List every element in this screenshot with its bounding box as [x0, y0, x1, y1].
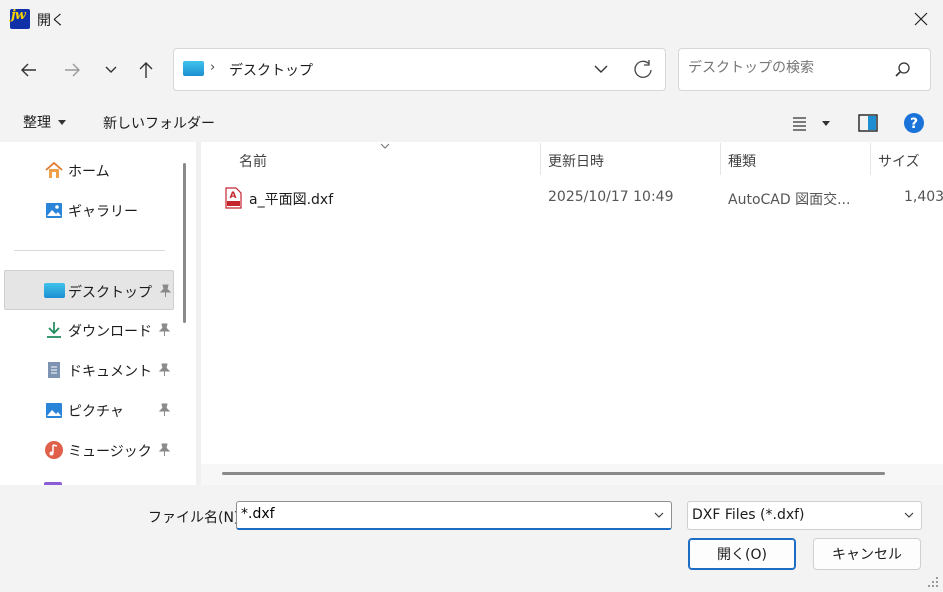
refresh-button[interactable]	[629, 55, 657, 83]
organize-label: 整理	[23, 115, 51, 131]
filename-combobox[interactable]	[236, 501, 672, 530]
horizontal-scrollbar-thumb[interactable]	[222, 472, 885, 475]
pin-icon[interactable]	[156, 442, 172, 458]
desktop-icon	[44, 283, 65, 298]
chevron-down-icon	[904, 512, 914, 518]
sidebar-item-label: ピクチャ	[68, 404, 124, 420]
dxf-file-icon: A	[225, 187, 242, 209]
svg-text:A: A	[230, 191, 237, 201]
arrow-up-icon	[139, 62, 153, 78]
sidebar-item-label: ギャラリー	[68, 204, 138, 220]
music-icon	[45, 441, 63, 459]
column-separator[interactable]	[870, 143, 871, 175]
arrow-right-icon	[65, 63, 80, 77]
filename-label: ファイル名(N):	[148, 510, 245, 526]
sidebar-divider	[14, 250, 165, 251]
column-header-name[interactable]: 名前	[239, 151, 267, 171]
file-name[interactable]: a_平面図.dxf	[249, 189, 333, 209]
help-icon: ?	[904, 113, 924, 133]
resize-grip-icon[interactable]	[927, 576, 939, 588]
sidebar-item-pictures[interactable]: ピクチャ	[4, 390, 174, 430]
pictures-icon	[46, 403, 62, 418]
preview-pane-icon	[858, 114, 878, 132]
sidebar-item-label: ドキュメント	[68, 364, 152, 380]
open-button[interactable]: 開く(O)	[688, 538, 796, 570]
close-button[interactable]	[905, 6, 937, 32]
help-button[interactable]: ?	[901, 110, 927, 136]
new-folder-button[interactable]: 新しいフォルダー	[97, 108, 221, 136]
forward-button[interactable]	[57, 55, 87, 85]
sidebar-item-label: ホーム	[68, 164, 110, 180]
refresh-icon	[634, 60, 652, 78]
back-button[interactable]	[14, 55, 44, 85]
document-icon	[48, 362, 60, 378]
up-button[interactable]	[131, 55, 161, 85]
file-modified: 2025/10/17 10:49	[548, 189, 674, 205]
preview-pane-button[interactable]	[855, 110, 881, 136]
desktop-icon	[183, 61, 204, 76]
download-icon	[47, 322, 61, 338]
pane-splitter[interactable]	[196, 142, 201, 485]
filetype-select[interactable]: DXF Files (*.dxf)	[687, 501, 922, 530]
recent-locations-button[interactable]	[97, 55, 127, 85]
pin-icon[interactable]	[156, 322, 172, 338]
list-view-icon	[793, 117, 830, 131]
sidebar-item-label: デスクトップ	[68, 285, 152, 301]
app-logo-icon: jw	[10, 8, 30, 29]
sort-chevron-icon	[380, 143, 390, 149]
chevron-down-icon	[105, 66, 117, 73]
address-dropdown-button[interactable]	[588, 57, 614, 81]
sidebar-item-label: ミュージック	[68, 444, 152, 460]
sidebar-item-documents[interactable]: ドキュメント	[4, 350, 174, 390]
home-icon	[45, 161, 63, 178]
breadcrumb-desktop[interactable]: デスクトップ	[229, 60, 313, 80]
column-header-type[interactable]: 種類	[728, 151, 756, 171]
window-title: 開く	[37, 13, 65, 29]
organize-button[interactable]: 整理	[17, 108, 72, 136]
pin-icon[interactable]	[157, 283, 173, 299]
search-input[interactable]	[688, 60, 888, 76]
search-icon[interactable]	[893, 60, 913, 80]
sidebar-item-videos-partial[interactable]	[4, 472, 174, 485]
column-separator[interactable]	[720, 143, 721, 175]
sidebar-item-label: ダウンロード	[68, 324, 152, 340]
sidebar-item-downloads[interactable]: ダウンロード	[4, 310, 174, 350]
sidebar-scrollbar[interactable]	[183, 163, 186, 323]
table-row[interactable]: A a_平面図.dxf 2025/10/17 10:49 AutoCAD 図面交…	[213, 180, 943, 216]
filetype-value: DXF Files (*.dxf)	[692, 507, 805, 523]
pin-icon[interactable]	[156, 402, 172, 418]
chevron-down-icon[interactable]	[653, 510, 665, 520]
sidebar-item-gallery[interactable]: ギャラリー	[4, 190, 174, 230]
pin-icon[interactable]	[156, 362, 172, 378]
filename-input[interactable]	[241, 506, 641, 522]
view-options-button[interactable]	[786, 110, 834, 136]
arrow-left-icon	[21, 63, 36, 77]
breadcrumb-separator: ›	[210, 60, 216, 75]
column-separator[interactable]	[540, 143, 541, 175]
cancel-button[interactable]: キャンセル	[813, 538, 921, 570]
file-type: AutoCAD 図面交...	[728, 192, 851, 208]
caret-down-icon	[58, 119, 66, 125]
sidebar-item-desktop[interactable]: デスクトップ	[4, 270, 174, 310]
sidebar-item-music[interactable]: ミュージック	[4, 430, 174, 470]
svg-text:?: ?	[910, 116, 918, 132]
gallery-icon	[46, 203, 62, 218]
title-bar	[0, 0, 943, 38]
chevron-down-icon	[594, 65, 608, 73]
close-icon	[914, 12, 928, 26]
column-header-modified[interactable]: 更新日時	[548, 151, 604, 171]
navigation-pane[interactable]: ホーム ギャラリー デスクトップ ダウンロード ドキュメント ピクチャ ミュージ…	[0, 142, 196, 485]
sidebar-item-home[interactable]: ホーム	[4, 150, 174, 190]
column-header-size[interactable]: サイズ	[878, 151, 920, 171]
file-size: 1,403	[904, 189, 943, 205]
